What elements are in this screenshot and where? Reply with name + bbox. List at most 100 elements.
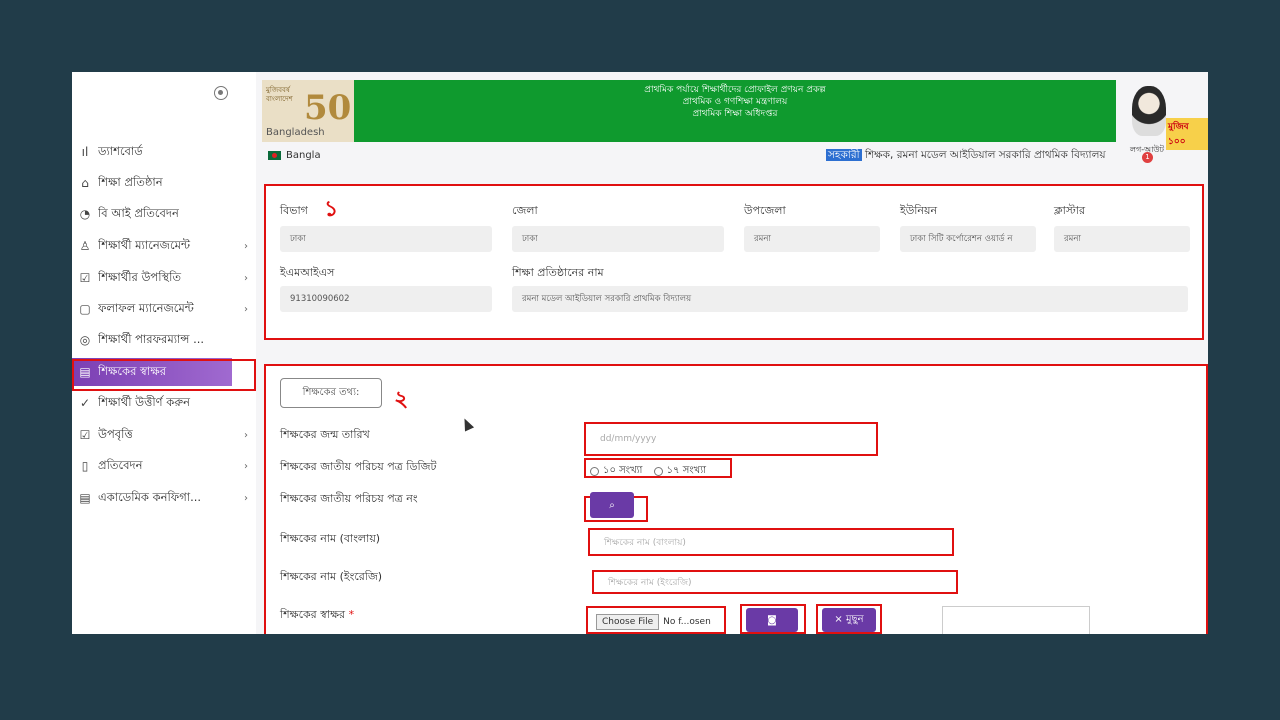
district-label: জেলা [512, 204, 538, 217]
language-selector[interactable]: Bangla [268, 150, 321, 161]
logo-country: Bangladesh [266, 127, 325, 138]
logo-number: 50 [304, 88, 352, 128]
signature-label: শিক্ষকের স্বাক্ষর * [280, 606, 354, 625]
union-field: ঢাকা সিটি কর্পোরেশন ওয়ার্ড ন [900, 226, 1036, 252]
mujib-100-logo: মুজিব ১০০ [1120, 80, 1208, 150]
portrait-image [1132, 86, 1166, 136]
home-icon: ⌂ [81, 176, 89, 190]
camera-icon: ◙ [767, 614, 777, 626]
sidebar-item-10[interactable]: ☑ উপবৃত্তি › [72, 421, 256, 449]
sidebar-item-label: প্রতিবেদন [98, 457, 143, 472]
active-item-highlight [72, 359, 256, 391]
subheader-bar: Bangla সহকারী শিক্ষক, রমনা মডেল আইডিয়াল… [268, 145, 1208, 168]
sidebar-item-7[interactable]: ◎ শিক্ষার্থী পারফরম্যান্স ... [72, 326, 256, 354]
radio-17-label: ১৭ সংখ্যা [666, 465, 706, 476]
user-role: সহকারী [826, 149, 862, 161]
sidebar-item-label: শিক্ষার্থী উত্তীর্ণ করুন [98, 394, 190, 409]
dob-input[interactable]: dd/mm/yyyy [588, 428, 868, 450]
sidebar-item-label: শিক্ষার্থী পারফরম্যান্স ... [98, 331, 205, 346]
sidebar: ıl ড্যাশবোর্ড ⌂ শিক্ষা প্রতিষ্ঠান ◔ বি আই প্র… [72, 72, 256, 634]
user-info: সহকারী শিক্ষক, রমনা মডেল আইডিয়াল সরকারি… [826, 148, 1106, 165]
chevron-right-icon: › [244, 460, 248, 472]
sidebar-item-label: ফলাফল ম্যানেজমেন্ট [98, 300, 194, 315]
division-field: ঢাকা [280, 226, 492, 252]
nid-digit-label: শিক্ষকের জাতীয় পরিচয় পত্র ডিজিট [280, 460, 437, 473]
banner-line-3: প্রাথমিক শিক্ষা অধিদপ্তর [692, 109, 778, 119]
name-en-label: শিক্ষকের নাম (ইংরেজি) [280, 570, 383, 583]
camera-button[interactable]: ◙ [746, 608, 798, 632]
project-banner: প্রাথমিক পর্যায়ে শিক্ষার্থীদের প্রোফাইল… [354, 80, 1116, 142]
pie-chart-icon: ◔ [79, 207, 91, 221]
upazila-field: রমনা [744, 226, 880, 252]
sidebar-item-12[interactable]: ▤ একাডেমিক কনফিগা... › [72, 484, 256, 512]
sidebar-item-4[interactable]: ♙ শিক্ষার্থী ম্যানেজমেন্ট › [72, 232, 256, 260]
sidebar-item-label: শিক্ষা প্রতিষ্ঠান [98, 174, 163, 189]
header: মুজিববর্ষ বাংলাদেশ 50 Bangladesh প্রাথমি… [262, 80, 1208, 150]
sidebar-item-5[interactable]: ☑ শিক্ষার্থীর উপস্থিতি › [72, 264, 256, 292]
sidebar-item-label: শিক্ষার্থী ম্যানেজমেন্ট [98, 237, 191, 252]
radio-circle-icon [653, 467, 663, 476]
sidebar-item-label: ড্যাশবোর্ড [98, 143, 143, 158]
nid-search-button[interactable]: ⌕ [590, 492, 634, 518]
search-icon: ⌕ [609, 499, 615, 511]
file-icon: ▯ [81, 459, 89, 473]
settings-icon[interactable] [214, 86, 228, 100]
name-bn-label: শিক্ষকের নাম (বাংলায়) [280, 532, 381, 545]
file-status: No f...osen [663, 617, 711, 627]
check-circle-icon: ✓ [79, 396, 91, 410]
upazila-label: উপজেলা [744, 204, 786, 217]
mouse-cursor-icon [459, 416, 475, 432]
target-icon: ◎ [79, 333, 91, 347]
radio-17-digit[interactable]: ১৭ সংখ্যা [653, 463, 706, 480]
nid-digit-radio-group: ১০ সংখ্যা ১৭ সংখ্যা [590, 461, 712, 480]
teacher-info-button[interactable]: শিক্ষকের তথ্য: [280, 378, 382, 408]
emis-label: ইএমআইএস [280, 266, 335, 279]
sidebar-item-9[interactable]: ✓ শিক্ষার্থী উত্তীর্ণ করুন [72, 389, 256, 417]
chevron-right-icon: › [244, 429, 248, 441]
checkbox-icon: ☑ [79, 428, 91, 442]
cluster-field: রমনা [1054, 226, 1190, 252]
radio-10-digit[interactable]: ১০ সংখ্যা [590, 463, 642, 480]
sidebar-item-label: একাডেমিক কনফিগা... [98, 489, 202, 504]
name-bn-input[interactable]: শিক্ষকের নাম (বাংলায়) [592, 532, 946, 552]
bar-chart-icon: ıl [81, 145, 89, 159]
sidebar-item-label: শিক্ষার্থীর উপস্থিতি [98, 269, 182, 284]
choose-file-button[interactable]: Choose File [596, 614, 660, 630]
sidebar-item-1[interactable]: ıl ড্যাশবোর্ড [72, 138, 256, 166]
app-window: ıl ড্যাশবোর্ড ⌂ শিক্ষা প্রতিষ্ঠান ◔ বি আই প্র… [72, 72, 1208, 634]
sidebar-item-3[interactable]: ◔ বি আই প্রতিবেদন [72, 200, 256, 228]
sidebar-item-11[interactable]: ▯ প্রতিবেদন › [72, 452, 256, 480]
sidebar-item-label: বি আই প্রতিবেদন [98, 205, 179, 220]
radio-10-label: ১০ সংখ্যা [603, 465, 643, 476]
user-school: শিক্ষক, রমনা মডেল আইডিয়াল সরকারি প্রাথম… [861, 149, 1106, 161]
user-icon: ♙ [79, 239, 91, 253]
notification-badge[interactable]: 1 [1142, 152, 1153, 163]
union-label: ইউনিয়ন [900, 204, 938, 217]
chevron-right-icon: › [244, 272, 248, 284]
document-icon: ▤ [79, 491, 91, 505]
bangladesh-flag-icon [268, 151, 281, 160]
banner-line-2: প্রাথমিক ও গণশিক্ষা মন্ত্রণালয় [682, 97, 788, 107]
teacher-signature-form: শিক্ষকের তথ্য: ২ শিক্ষকের জন্ম তারিখ dd/… [264, 364, 1208, 634]
signature-label-text: শিক্ষকের স্বাক্ষর [280, 608, 346, 621]
signature-file-input[interactable]: Choose File No f...osen [596, 614, 711, 630]
annotation-1: ১ [324, 196, 339, 222]
name-en-input[interactable]: শিক্ষকের নাম (ইংরেজি) [596, 572, 950, 592]
cluster-label: ক্লাস্টার [1054, 204, 1086, 217]
district-field: ঢাকা [512, 226, 724, 252]
emis-field: 91310090602 [280, 286, 492, 312]
mujib-borsho-logo: মুজিববর্ষ বাংলাদেশ 50 Bangladesh [262, 80, 354, 142]
signature-image-preview [942, 606, 1090, 634]
logo-tagline: মুজিববর্ষ বাংলাদেশ [266, 86, 293, 103]
chevron-right-icon: › [244, 303, 248, 315]
institution-info-section: বিভাগ ১ ঢাকা জেলা ঢাকা উপজেলা রমনা ইউনিয… [264, 184, 1204, 340]
sidebar-item-2[interactable]: ⌂ শিক্ষা প্রতিষ্ঠান [72, 169, 256, 197]
language-label: Bangla [286, 150, 321, 161]
remove-button[interactable]: × মুছুন [822, 608, 876, 632]
institution-name-label: শিক্ষা প্রতিষ্ঠানের নাম [512, 266, 604, 279]
radio-circle-icon [590, 467, 599, 476]
dob-label: শিক্ষকের জন্ম তারিখ [280, 428, 370, 441]
nid-number-label: শিক্ষকের জাতীয় পরিচয় পত্র নং [280, 492, 418, 505]
sidebar-item-6[interactable]: ▢ ফলাফল ম্যানেজমেন্ট › [72, 295, 256, 323]
annotation-2: ২ [394, 386, 409, 412]
